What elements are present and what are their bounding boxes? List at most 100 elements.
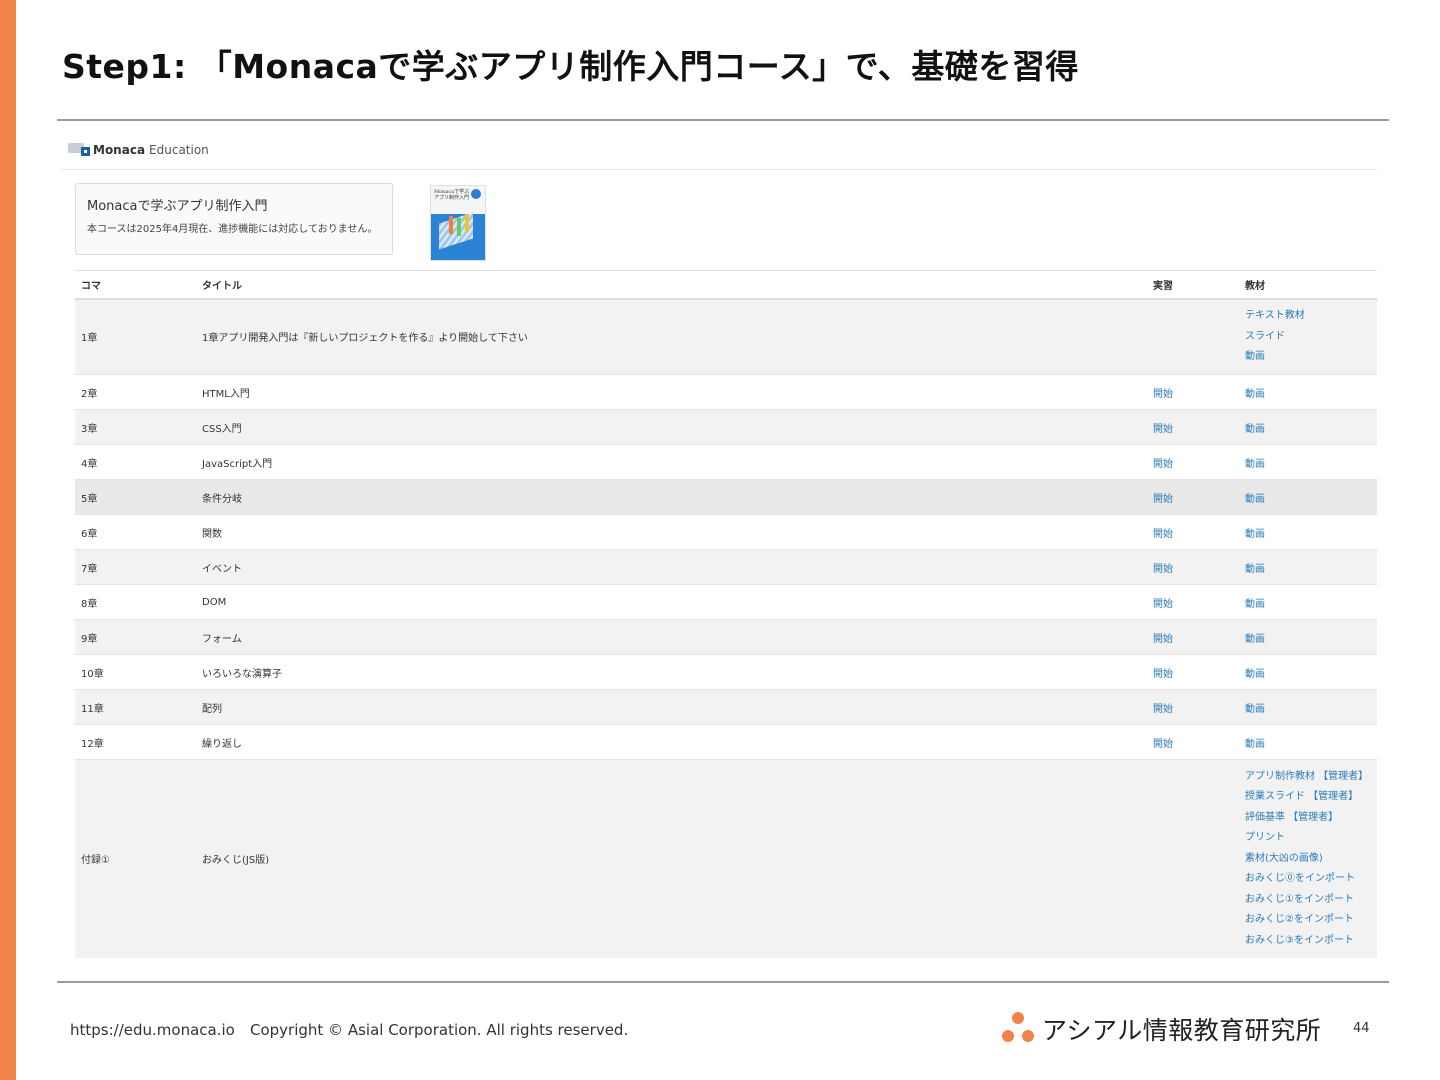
row-title: 配列 <box>196 689 1147 725</box>
row-title: おみくじ(JS版) <box>196 759 1147 958</box>
row-title: JavaScript入門 <box>196 444 1147 480</box>
course-info-card: Monacaで学ぶアプリ制作入門 本コースは2025年4月現在、進捗機能には対応… <box>75 183 393 255</box>
table-row: 3章 CSS入門 開始 動画 <box>75 409 1377 445</box>
video-link[interactable]: 動画 <box>1245 739 1265 750</box>
print-link[interactable]: プリント <box>1245 828 1377 849</box>
import-omikuji-0-link[interactable]: おみくじ⓪をインポート <box>1245 869 1377 890</box>
start-practice-link[interactable]: 開始 <box>1153 564 1173 575</box>
book-illustration <box>431 214 485 260</box>
class-slide-admin-link[interactable]: 授業スライド 【管理者】 <box>1245 787 1377 808</box>
video-link[interactable]: 動画 <box>1245 389 1265 400</box>
video-link[interactable]: 動画 <box>1245 599 1265 610</box>
video-link[interactable]: 動画 <box>1245 424 1265 435</box>
brand-sub: Education <box>149 142 209 157</box>
row-title: CSS入門 <box>196 409 1147 445</box>
video-link[interactable]: 動画 <box>1245 459 1265 470</box>
page-number: 44 <box>1353 1021 1370 1036</box>
video-link[interactable]: 動画 <box>1245 669 1265 680</box>
book-cover-title: Monacaで学ぶアプリ制作入門 <box>434 189 470 201</box>
table-row: 9章 フォーム 開始 動画 <box>75 619 1377 655</box>
row-koma: 6章 <box>75 514 196 550</box>
row-title: フォーム <box>196 619 1147 655</box>
table-row: 6章 関数 開始 動画 <box>75 514 1377 550</box>
table-row: 付録① おみくじ(JS版) アプリ制作教材 【管理者】 授業スライド 【管理者】… <box>75 759 1377 958</box>
row-koma: 7章 <box>75 549 196 585</box>
row-title: 条件分岐 <box>196 479 1147 515</box>
footer-copyright: Copyright © Asial Corporation. All right… <box>250 1021 629 1039</box>
video-link[interactable]: 動画 <box>1245 529 1265 540</box>
row-koma: 4章 <box>75 444 196 480</box>
table-row: 4章 JavaScript入門 開始 動画 <box>75 444 1377 480</box>
course-title: Monacaで学ぶアプリ制作入門 <box>87 199 268 214</box>
video-link[interactable]: 動画 <box>1245 564 1265 575</box>
row-title: 1章アプリ開発入門は『新しいプロジェクトを作る』より開始して下さい <box>196 298 1147 375</box>
row-title: DOM <box>196 584 1147 620</box>
row-koma: 3章 <box>75 409 196 445</box>
video-link[interactable]: 動画 <box>1245 494 1265 505</box>
row-practice <box>1147 298 1239 375</box>
row-koma: 5章 <box>75 479 196 515</box>
table-row: 10章 いろいろな演算子 開始 動画 <box>75 654 1377 690</box>
row-title: 関数 <box>196 514 1147 550</box>
start-practice-link[interactable]: 開始 <box>1153 739 1173 750</box>
video-link[interactable]: 動画 <box>1245 347 1377 368</box>
row-koma: 1章 <box>75 298 196 375</box>
chapter-table: コマ タイトル 実習 教材 1章 1章アプリ開発入門は『新しいプロジェクトを作る… <box>75 270 1377 958</box>
row-title: いろいろな演算子 <box>196 654 1147 690</box>
start-practice-link[interactable]: 開始 <box>1153 599 1173 610</box>
row-title: HTML入門 <box>196 374 1147 410</box>
row-koma: 11章 <box>75 689 196 725</box>
row-koma: 10章 <box>75 654 196 690</box>
start-practice-link[interactable]: 開始 <box>1153 494 1173 505</box>
row-materials: テキスト教材 スライド 動画 <box>1239 298 1377 375</box>
start-practice-link[interactable]: 開始 <box>1153 424 1173 435</box>
row-koma: 2章 <box>75 374 196 410</box>
app-material-admin-link[interactable]: アプリ制作教材 【管理者】 <box>1245 767 1377 788</box>
bottom-divider <box>57 981 1389 983</box>
start-practice-link[interactable]: 開始 <box>1153 389 1173 400</box>
brand-name[interactable]: Monaca <box>93 143 145 157</box>
video-link[interactable]: 動画 <box>1245 704 1265 715</box>
row-materials: アプリ制作教材 【管理者】 授業スライド 【管理者】 評価基準 【管理者】 プリ… <box>1239 759 1377 958</box>
row-title: 繰り返し <box>196 724 1147 760</box>
table-row: 1章 1章アプリ開発入門は『新しいプロジェクトを作る』より開始して下さい テキス… <box>75 298 1377 375</box>
slide-title: Step1: 「Monacaで学ぶアプリ制作入門コース」で、基礎を習得 <box>62 47 1079 86</box>
table-row: 2章 HTML入門 開始 動画 <box>75 374 1377 410</box>
evaluation-criteria-admin-link[interactable]: 評価基準 【管理者】 <box>1245 808 1377 829</box>
import-omikuji-3-link[interactable]: おみくじ③をインポート <box>1245 931 1377 952</box>
org-name: アシアル情報教育研究所 <box>1042 1016 1322 1045</box>
table-row: 7章 イベント 開始 動画 <box>75 549 1377 585</box>
row-koma: 12章 <box>75 724 196 760</box>
row-koma: 付録① <box>75 759 196 958</box>
table-row: 5章 条件分岐 開始 動画 <box>75 479 1377 515</box>
header-materials: 教材 <box>1239 270 1377 300</box>
start-practice-link[interactable]: 開始 <box>1153 634 1173 645</box>
start-practice-link[interactable]: 開始 <box>1153 459 1173 470</box>
book-badge-icon <box>471 189 481 199</box>
table-row: 11章 配列 開始 動画 <box>75 689 1377 725</box>
import-omikuji-1-link[interactable]: おみくじ①をインポート <box>1245 890 1377 911</box>
start-practice-link[interactable]: 開始 <box>1153 529 1173 540</box>
row-koma: 9章 <box>75 619 196 655</box>
top-divider <box>57 119 1389 121</box>
row-title: イベント <box>196 549 1147 585</box>
header-title: タイトル <box>196 270 1147 300</box>
asset-image-link[interactable]: 素材(大凶の画像) <box>1245 849 1377 870</box>
table-row: 12章 繰り返し 開始 動画 <box>75 724 1377 760</box>
monaca-logo-icon[interactable] <box>68 142 90 158</box>
text-material-link[interactable]: テキスト教材 <box>1245 306 1377 327</box>
course-note: 本コースは2025年4月現在、進捗機能には対応しておりません。 <box>87 224 378 235</box>
video-link[interactable]: 動画 <box>1245 634 1265 645</box>
import-omikuji-2-link[interactable]: おみくじ②をインポート <box>1245 910 1377 931</box>
header-koma: コマ <box>75 270 196 300</box>
book-cover-image: Monacaで学ぶアプリ制作入門 <box>430 185 486 261</box>
table-row: 8章 DOM 開始 動画 <box>75 584 1377 620</box>
site-header: Monaca Education <box>62 130 1377 170</box>
header-practice: 実習 <box>1147 270 1239 300</box>
accent-bar <box>0 0 16 1080</box>
start-practice-link[interactable]: 開始 <box>1153 669 1173 680</box>
asial-logo-icon <box>1002 1012 1042 1046</box>
slide-link[interactable]: スライド <box>1245 327 1377 348</box>
start-practice-link[interactable]: 開始 <box>1153 704 1173 715</box>
footer-url[interactable]: https://edu.monaca.io <box>70 1021 235 1039</box>
